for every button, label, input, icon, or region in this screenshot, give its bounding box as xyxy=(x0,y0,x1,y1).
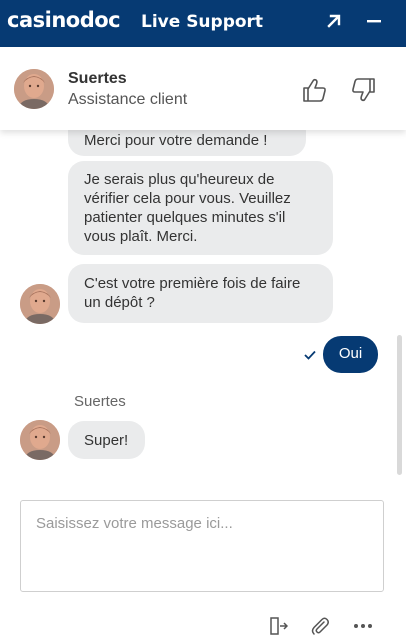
arrow-up-right-icon xyxy=(326,13,342,34)
agent-message: Merci pour votre demande ! xyxy=(68,130,306,156)
agent-header: Suertes Assistance client xyxy=(0,47,406,130)
chat-topbar: casinodoc Live Support xyxy=(0,0,406,47)
user-message: Oui xyxy=(323,336,378,373)
sender-label: Suertes xyxy=(74,393,126,410)
agent-avatar xyxy=(14,69,54,109)
agent-role: Assistance client xyxy=(68,91,188,108)
end-chat-button[interactable] xyxy=(267,616,289,641)
agent-message: C'est votre première fois de faire un dé… xyxy=(68,264,333,323)
more-dots-icon xyxy=(353,616,373,641)
casinodoc-logo: casinodoc xyxy=(7,8,121,32)
message-list[interactable]: Merci pour votre demande ! Je serais plu… xyxy=(0,130,406,480)
agent-avatar xyxy=(20,284,60,324)
minus-icon xyxy=(366,13,382,34)
thumbs-up-icon xyxy=(300,78,328,108)
message-composer xyxy=(20,500,384,592)
agent-name: Suertes xyxy=(68,70,127,87)
thumbs-down-button[interactable] xyxy=(350,76,378,104)
message-input[interactable] xyxy=(21,501,383,591)
chat-title: Live Support xyxy=(141,12,264,32)
paperclip-icon xyxy=(310,616,330,641)
exit-door-icon xyxy=(268,616,289,641)
agent-message: Je serais plus qu'heureux de vérifier ce… xyxy=(68,161,333,255)
minimize-button[interactable] xyxy=(360,9,388,37)
more-options-button[interactable] xyxy=(352,617,374,639)
attach-file-button[interactable] xyxy=(309,617,331,639)
scrollbar[interactable] xyxy=(397,335,402,475)
thumbs-up-button[interactable] xyxy=(300,76,328,104)
checkmark-icon xyxy=(304,347,316,365)
thumbs-down-icon xyxy=(350,78,378,108)
agent-message: Super! xyxy=(68,421,145,459)
popout-button[interactable] xyxy=(320,9,348,37)
agent-avatar xyxy=(20,420,60,460)
